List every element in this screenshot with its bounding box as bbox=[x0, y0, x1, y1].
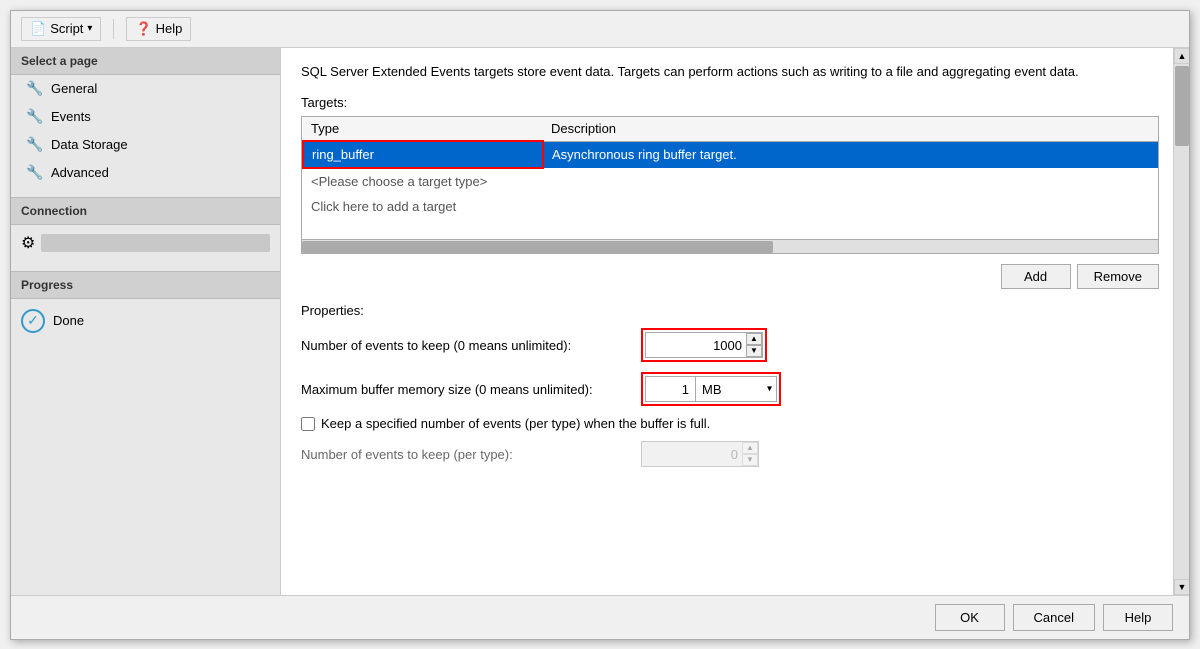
events-count-down[interactable]: ▼ bbox=[746, 345, 762, 357]
table-row-ring-buffer[interactable]: ring_buffer Asynchronous ring buffer tar… bbox=[303, 141, 1158, 168]
placeholder-type: <Please choose a target type> bbox=[303, 168, 543, 194]
property1-label: Number of events to keep (0 means unlimi… bbox=[301, 338, 631, 353]
connection-bar bbox=[41, 234, 270, 252]
property3-input-wrapper: ▲ ▼ bbox=[641, 441, 759, 467]
sidebar-item-data-storage-label: Data Storage bbox=[51, 137, 128, 152]
horizontal-scrollbar[interactable] bbox=[302, 239, 1158, 253]
check-mark: ✓ bbox=[27, 312, 39, 329]
scroll-track bbox=[1174, 64, 1189, 579]
progress-info: ✓ Done bbox=[11, 299, 280, 343]
events-count-input[interactable] bbox=[646, 334, 746, 356]
sidebar-item-general[interactable]: 🔧 General bbox=[11, 75, 280, 103]
placeholder-description bbox=[543, 168, 1158, 194]
table-row-placeholder[interactable]: <Please choose a target type> bbox=[303, 168, 1158, 194]
dialog-footer: OK Cancel Help bbox=[11, 595, 1189, 639]
events-icon: 🔧 bbox=[27, 109, 43, 125]
table-empty-row bbox=[303, 219, 1158, 239]
help-button[interactable]: ❓ Help bbox=[126, 17, 191, 41]
property3-label: Number of events to keep (per type): bbox=[301, 447, 631, 462]
keep-events-checkbox[interactable] bbox=[301, 417, 315, 431]
advanced-icon: 🔧 bbox=[27, 165, 43, 181]
sidebar-item-advanced-label: Advanced bbox=[51, 165, 109, 180]
sidebar-item-data-storage[interactable]: 🔧 Data Storage bbox=[11, 131, 280, 159]
vertical-scrollbar[interactable]: ▲ ▼ bbox=[1173, 48, 1189, 595]
property1-red-outline: ▲ ▼ bbox=[641, 328, 767, 362]
script-label: Script bbox=[50, 21, 83, 36]
click-add-description bbox=[543, 194, 1158, 219]
buffer-unit-select[interactable]: MB KB GB bbox=[696, 377, 776, 401]
targets-table-container: Type Description ring_buffer Asynchronou… bbox=[301, 116, 1159, 254]
col-description: Description bbox=[543, 117, 1158, 141]
description-text: SQL Server Extended Events targets store… bbox=[301, 62, 1159, 82]
sidebar-item-events[interactable]: 🔧 Events bbox=[11, 103, 280, 131]
table-header-row: Type Description bbox=[303, 117, 1158, 141]
buffer-size-input-group: MB KB GB bbox=[645, 376, 777, 402]
property-buffer-row: Maximum buffer memory size (0 means unli… bbox=[301, 372, 1159, 406]
buffer-size-input[interactable] bbox=[646, 377, 696, 401]
cancel-button[interactable]: Cancel bbox=[1013, 604, 1095, 631]
targets-table: Type Description ring_buffer Asynchronou… bbox=[302, 117, 1158, 239]
toolbar: 📄 Script ▾ ❓ Help bbox=[11, 11, 1189, 48]
properties-label-text: Properties: bbox=[301, 303, 364, 318]
per-type-down[interactable]: ▼ bbox=[742, 454, 758, 466]
main-dialog: 📄 Script ▾ ❓ Help Select a page 🔧 Genera… bbox=[10, 10, 1190, 640]
connection-icon: ⚙ bbox=[21, 233, 35, 253]
property-events-row: Number of events to keep (0 means unlimi… bbox=[301, 328, 1159, 362]
connection-info: ⚙ bbox=[11, 225, 280, 261]
checkbox-label: Keep a specified number of events (per t… bbox=[321, 416, 710, 431]
script-icon: 📄 bbox=[30, 21, 46, 37]
sidebar-item-advanced[interactable]: 🔧 Advanced bbox=[11, 159, 280, 187]
progress-section-title: Progress bbox=[11, 271, 280, 299]
add-button[interactable]: Add bbox=[1001, 264, 1071, 289]
property3-row: Number of events to keep (per type): ▲ ▼ bbox=[301, 441, 1159, 467]
properties-label: Properties: bbox=[301, 303, 1159, 318]
property1-input-wrapper: ▲ ▼ bbox=[645, 332, 763, 358]
col-type: Type bbox=[303, 117, 543, 141]
data-storage-icon: 🔧 bbox=[27, 137, 43, 153]
per-type-spinner: ▲ ▼ bbox=[742, 442, 758, 466]
scroll-up-arrow[interactable]: ▲ bbox=[1174, 48, 1189, 64]
table-row-add[interactable]: Click here to add a target bbox=[303, 194, 1158, 219]
property2-red-outline: MB KB GB bbox=[641, 372, 781, 406]
script-button[interactable]: 📄 Script ▾ bbox=[21, 17, 101, 41]
property2-label: Maximum buffer memory size (0 means unli… bbox=[301, 382, 631, 397]
per-type-input[interactable] bbox=[642, 443, 742, 465]
h-scroll-thumb bbox=[302, 241, 773, 253]
ok-button[interactable]: OK bbox=[935, 604, 1005, 631]
scroll-down-arrow[interactable]: ▼ bbox=[1174, 579, 1189, 595]
sidebar-section-title: Select a page bbox=[11, 48, 280, 75]
toolbar-separator bbox=[113, 19, 114, 39]
ring-buffer-type: ring_buffer bbox=[303, 141, 543, 168]
ring-buffer-description: Asynchronous ring buffer target. bbox=[543, 141, 1158, 168]
progress-status: Done bbox=[53, 313, 84, 328]
main-content: ▲ ▼ SQL Server Extended Events targets s… bbox=[281, 48, 1189, 595]
general-icon: 🔧 bbox=[27, 81, 43, 97]
checkbox-row: Keep a specified number of events (per t… bbox=[301, 416, 1159, 431]
remove-button[interactable]: Remove bbox=[1077, 264, 1159, 289]
dialog-body: Select a page 🔧 General 🔧 Events 🔧 Data … bbox=[11, 48, 1189, 595]
help-label: Help bbox=[156, 21, 183, 36]
buffer-unit-wrapper: MB KB GB bbox=[696, 377, 776, 401]
sidebar-item-events-label: Events bbox=[51, 109, 91, 124]
sidebar: Select a page 🔧 General 🔧 Events 🔧 Data … bbox=[11, 48, 281, 595]
targets-label: Targets: bbox=[301, 95, 1159, 110]
per-type-up[interactable]: ▲ bbox=[742, 442, 758, 454]
progress-check-icon: ✓ bbox=[21, 309, 45, 333]
sidebar-item-general-label: General bbox=[51, 81, 97, 96]
add-remove-row: Add Remove bbox=[301, 264, 1159, 289]
events-count-up[interactable]: ▲ bbox=[746, 333, 762, 345]
connection-section-title: Connection bbox=[11, 197, 280, 225]
script-dropdown-icon: ▾ bbox=[87, 23, 92, 34]
events-count-spinner: ▲ ▼ bbox=[746, 333, 762, 357]
targets-label-text: Targets: bbox=[301, 95, 347, 110]
scroll-thumb bbox=[1175, 66, 1189, 146]
click-add-type: Click here to add a target bbox=[303, 194, 543, 219]
help-icon: ❓ bbox=[135, 21, 151, 37]
footer-help-button[interactable]: Help bbox=[1103, 604, 1173, 631]
